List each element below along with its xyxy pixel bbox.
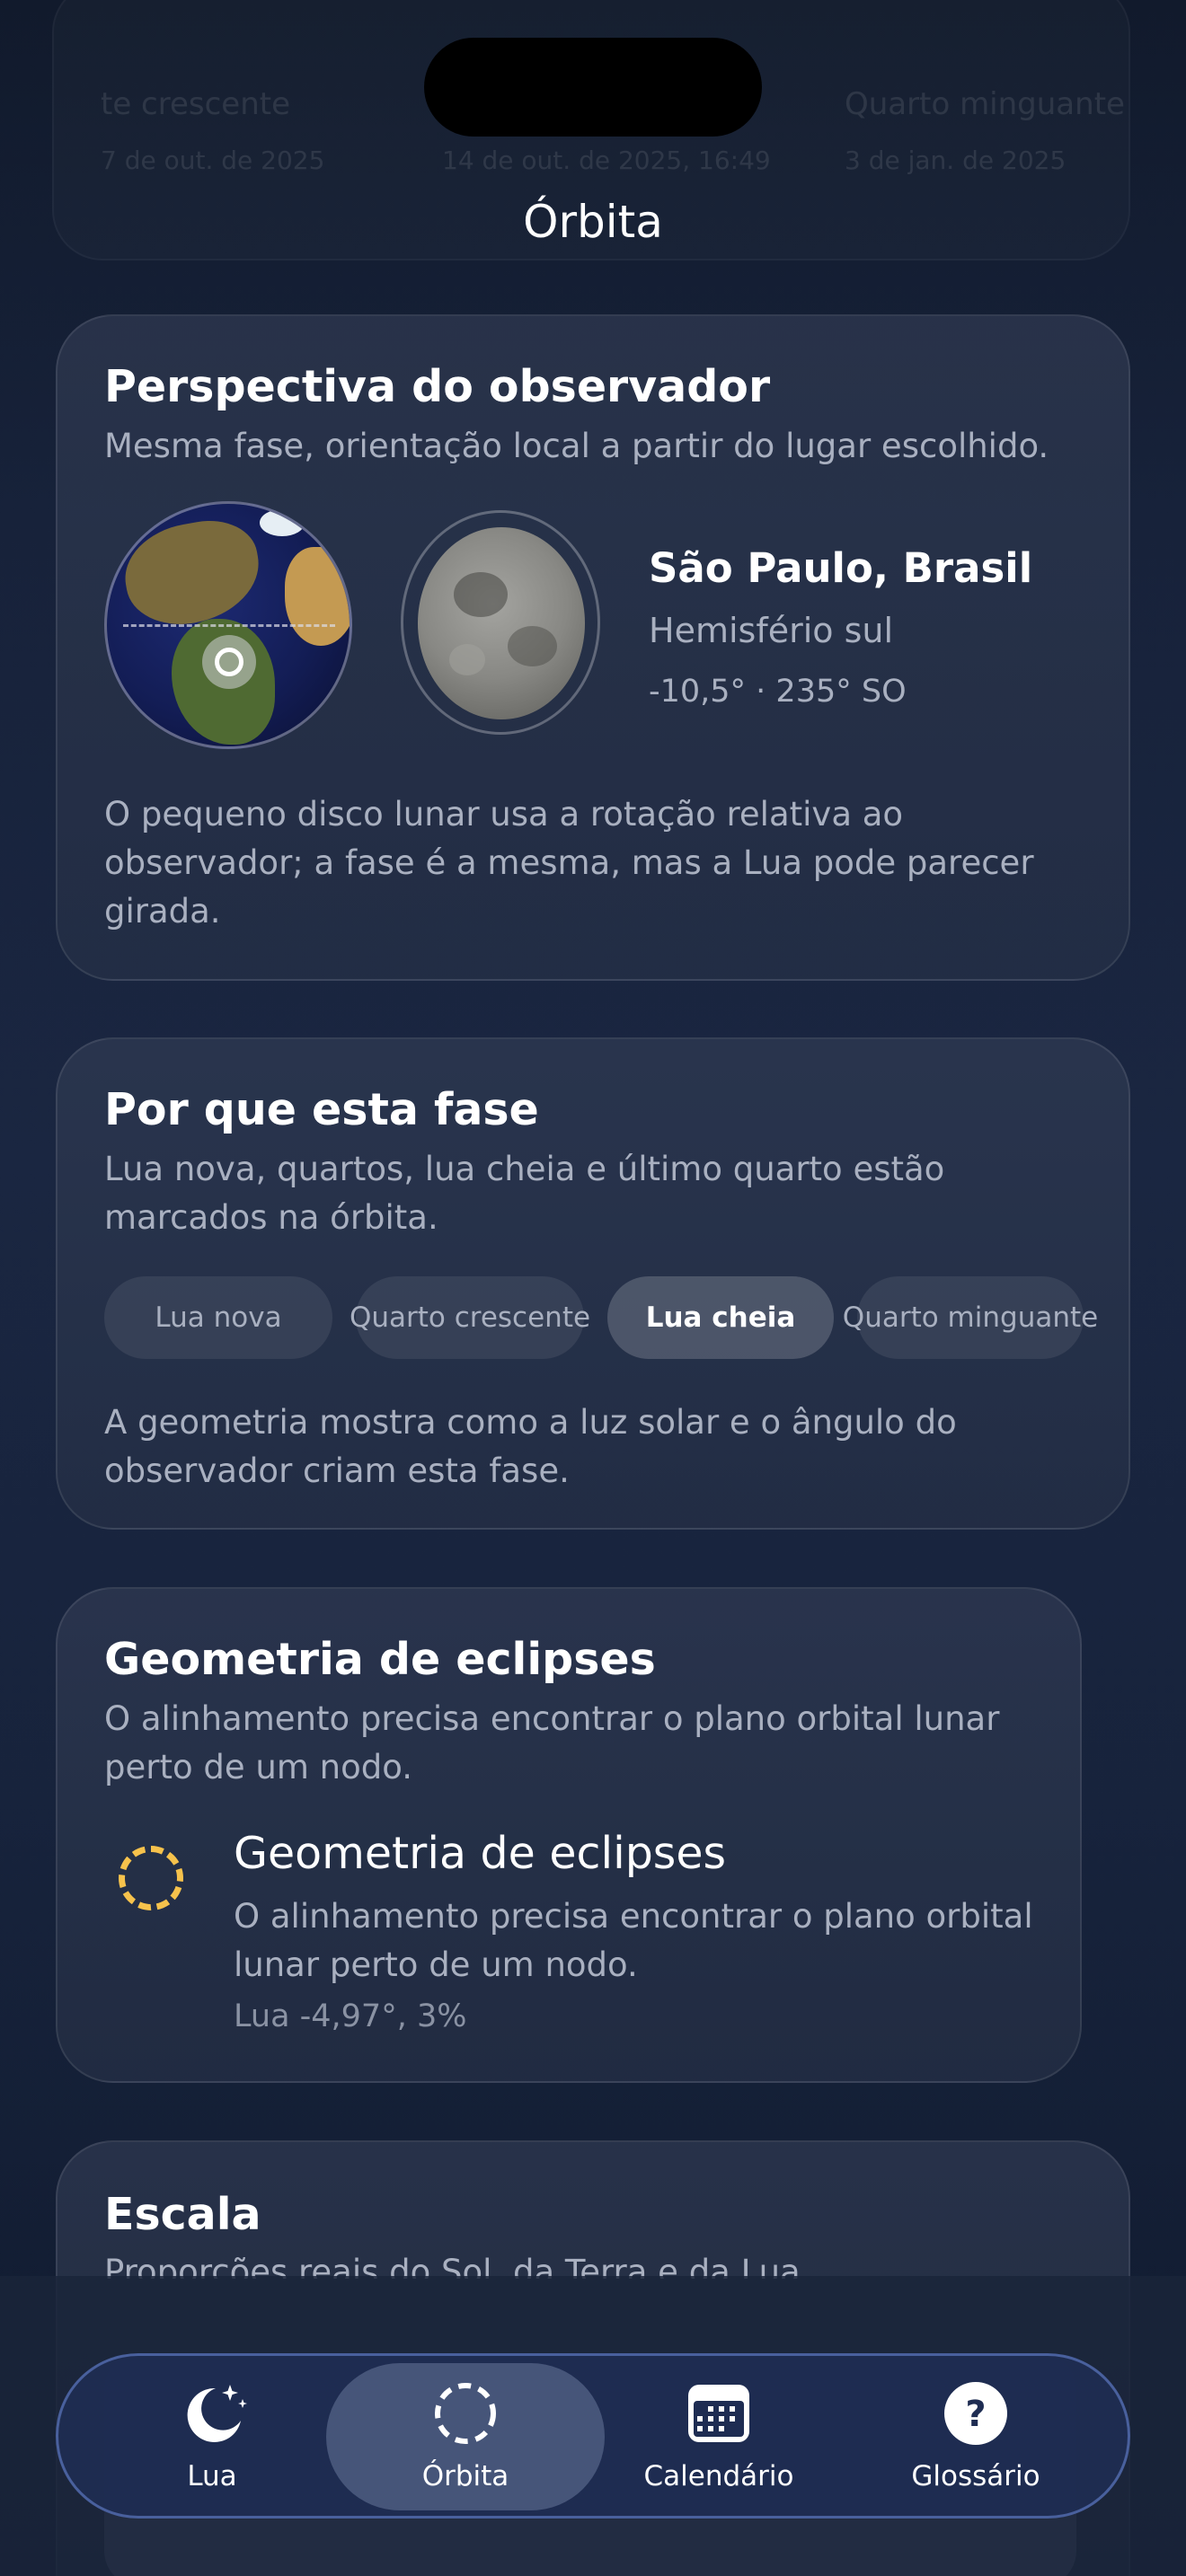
- tab-orbita[interactable]: Órbita: [326, 2363, 605, 2510]
- orientation-coords: -10,5° · 235° SO: [649, 674, 907, 710]
- card-subtitle: O alinhamento precisa encontrar o plano …: [104, 1699, 1000, 1786]
- moon-stars-icon: [174, 2376, 250, 2451]
- chip-first-quarter[interactable]: Quarto crescente: [350, 1276, 590, 1359]
- ghost-item-date: 14 de out. de 2025, 16:49: [442, 146, 771, 175]
- eclipse-item-value: Lua -4,97°, 3%: [234, 1998, 467, 2034]
- orbit-dashed-circle-icon: [428, 2376, 503, 2451]
- observer-perspective-card: Perspectiva do observador Mesma fase, or…: [56, 314, 1130, 981]
- eclipse-item-description: O alinhamento precisa encontrar o plano …: [234, 1897, 1033, 1984]
- eclipse-item-title: Geometria de eclipses: [234, 1828, 726, 1879]
- chip-new-moon[interactable]: Lua nova: [104, 1276, 332, 1359]
- moon-icon: [418, 527, 585, 719]
- eclipse-dashed-circle-icon: [119, 1846, 183, 1910]
- location-name: São Paulo, Brasil: [649, 544, 1033, 592]
- card-title: Perspectiva do observador: [104, 361, 771, 412]
- card-title: Por que esta fase: [104, 1084, 539, 1135]
- tab-bar: Lua Órbita Calendário ? Glossário: [56, 2353, 1130, 2519]
- calendar-icon: [681, 2376, 757, 2451]
- card-subtitle: Lua nova, quartos, lua cheia e último qu…: [104, 1150, 945, 1237]
- phase-explanation-card: Por que esta fase Lua nova, quartos, lua…: [56, 1037, 1130, 1530]
- ghost-item-date: 7 de out. de 2025: [101, 146, 325, 175]
- tab-calendario[interactable]: Calendário: [580, 2363, 858, 2510]
- earth-globe-icon[interactable]: [104, 501, 352, 749]
- tab-label: Glossário: [911, 2460, 1040, 2492]
- dynamic-island: [424, 38, 762, 137]
- tab-glossario[interactable]: ? Glossário: [836, 2363, 1115, 2510]
- tab-label: Lua: [187, 2460, 237, 2492]
- tab-lua[interactable]: Lua: [73, 2363, 351, 2510]
- card-subtitle: Proporções reais do Sol, da Terra e da L…: [104, 2253, 801, 2279]
- card-note: A geometria mostra como a luz solar e o …: [104, 1403, 957, 1490]
- question-circle-icon: ?: [938, 2376, 1013, 2451]
- tab-label: Órbita: [421, 2460, 509, 2492]
- hemisphere-label: Hemisfério sul: [649, 611, 894, 650]
- chip-full-moon[interactable]: Lua cheia: [607, 1276, 834, 1359]
- ghost-item-title: Quarto minguante: [845, 86, 1125, 122]
- card-subtitle: Mesma fase, orientação local a partir do…: [104, 427, 1049, 465]
- card-title: Geometria de eclipses: [104, 1634, 656, 1685]
- card-note: O pequeno disco lunar usa a rotação rela…: [104, 795, 1034, 931]
- tab-label: Calendário: [643, 2460, 794, 2492]
- card-title: Escala: [104, 2189, 261, 2240]
- observer-location-marker: [215, 648, 243, 676]
- chip-last-quarter[interactable]: Quarto minguante: [843, 1276, 1098, 1359]
- lunar-disc: [401, 510, 600, 735]
- eclipse-geometry-card: Geometria de eclipses O alinhamento prec…: [56, 1587, 1082, 2083]
- svg-text:?: ?: [965, 2394, 986, 2435]
- page-title: Órbita: [523, 196, 663, 248]
- ghost-item-title: te crescente: [101, 86, 291, 122]
- ghost-item-date: 3 de jan. de 2025: [845, 146, 1067, 175]
